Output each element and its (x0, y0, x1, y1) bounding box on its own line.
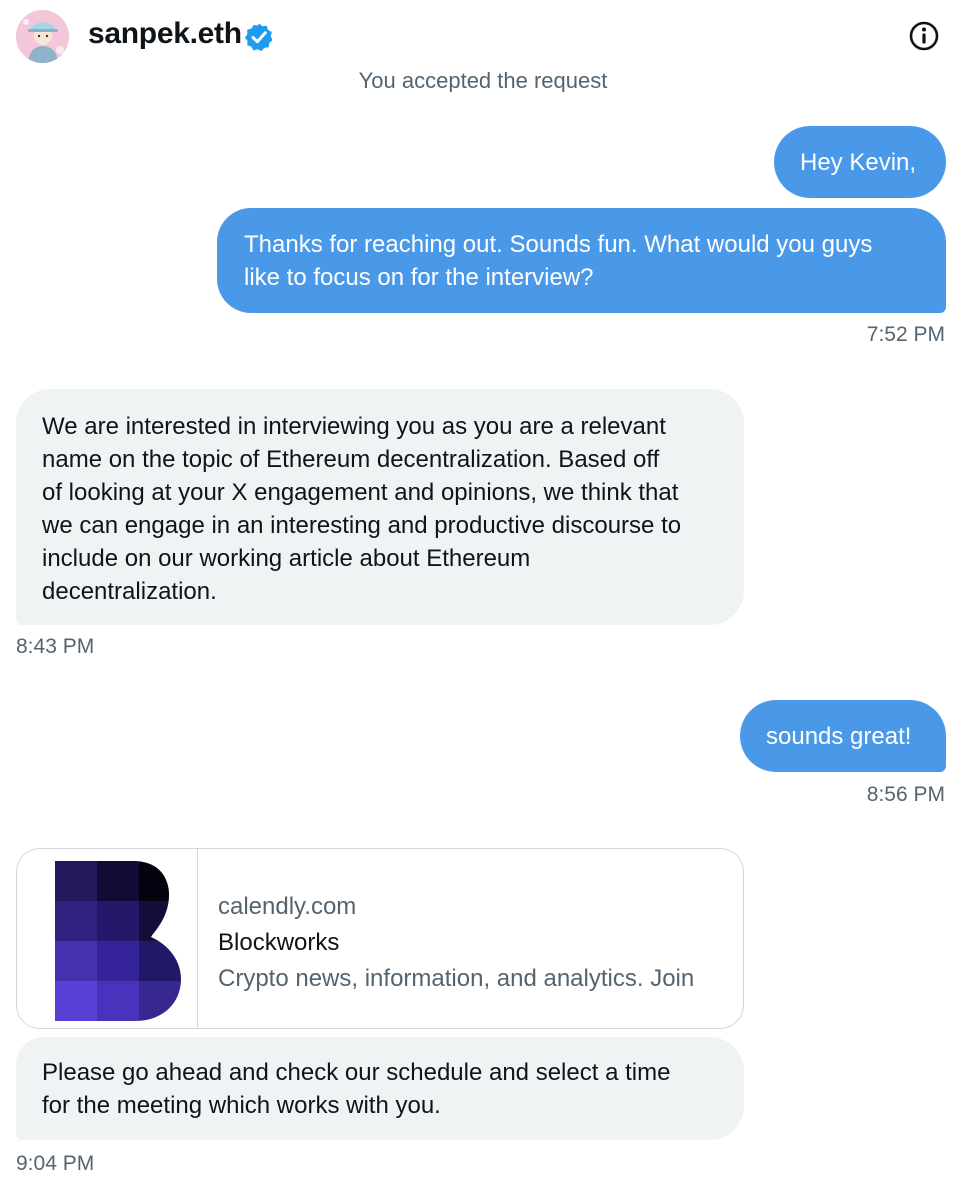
message-bubble-incoming[interactable]: Please go ahead and check our schedule a… (16, 1037, 744, 1140)
blockworks-logo-icon (55, 861, 181, 1021)
message-line: We are interested in interviewing you as… (42, 413, 666, 440)
message-timestamp: 9:04 PM (16, 1152, 95, 1175)
message-timestamp: 8:56 PM (866, 783, 945, 806)
message-line: Please go ahead and check our schedule a… (42, 1059, 671, 1086)
message-line: of looking at your X engagement and opin… (42, 479, 679, 506)
link-title: Blockworks (218, 929, 340, 956)
message-line: name on the topic of Ethereum decentrali… (42, 446, 660, 473)
link-domain: calendly.com (218, 893, 357, 920)
conversation-header: sanpek.eth (0, 0, 966, 74)
request-accepted-note: You accepted the request (0, 64, 966, 92)
message-line: decentralization. (42, 578, 217, 605)
username[interactable]: sanpek.eth (88, 17, 242, 51)
verified-badge-icon (244, 23, 273, 51)
link-preview-text: calendly.com Blockworks Crypto news, inf… (218, 889, 733, 997)
message-line: include on our working article about Eth… (42, 545, 531, 572)
link-preview-card[interactable]: calendly.com Blockworks Crypto news, inf… (16, 848, 744, 1029)
message-bubble-outgoing[interactable]: Thanks for reaching out. Sounds fun. Wha… (217, 208, 946, 313)
system-note-text: You accepted the request (358, 68, 608, 92)
message-text: sounds great! (766, 723, 912, 750)
link-description: Crypto news, information, and analytics.… (218, 965, 695, 992)
message-timestamp: 7:52 PM (866, 323, 945, 346)
avatar[interactable] (16, 10, 69, 63)
message-line: we can engage in an interesting and prod… (42, 512, 682, 539)
message-bubble-incoming[interactable]: We are interested in interviewing you as… (16, 389, 744, 625)
link-preview-thumbnail (17, 849, 198, 1028)
message-timestamp: 8:43 PM (16, 635, 95, 658)
message-line: like to focus on for the interview? (244, 264, 594, 291)
message-line: Thanks for reaching out. Sounds fun. Wha… (244, 231, 873, 258)
message-line: for the meeting which works with you. (42, 1092, 441, 1119)
message-text: Hey Kevin, (800, 149, 917, 176)
message-bubble-outgoing[interactable]: Hey Kevin, (774, 126, 946, 198)
message-bubble-outgoing[interactable]: sounds great! (740, 700, 946, 772)
info-icon[interactable] (906, 18, 942, 54)
